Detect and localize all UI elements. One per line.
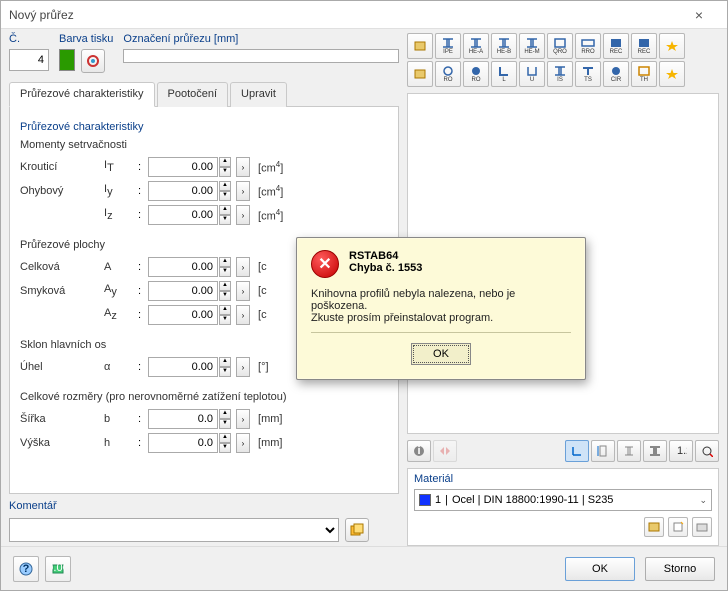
desc-label: Označení průřezu [mm] <box>123 33 399 45</box>
material-library-button[interactable] <box>644 517 664 537</box>
description-input[interactable] <box>123 49 399 63</box>
view-axes-button[interactable] <box>565 440 589 462</box>
width-input[interactable] <box>148 409 218 429</box>
group-moments: Momenty setrvačnosti <box>20 139 388 151</box>
tab-edit[interactable]: Upravit <box>230 82 287 107</box>
tab-rotation[interactable]: Pootočení <box>157 82 229 107</box>
profile-IPE[interactable]: IPE <box>435 33 461 59</box>
window-title: Nový průřez <box>9 8 679 22</box>
bend-z-input[interactable] <box>148 205 218 225</box>
group-chars: Průřezové charakteristiky <box>20 121 388 133</box>
profile-QRO[interactable]: QRO <box>547 33 573 59</box>
profile-RRO[interactable]: RRO <box>575 33 601 59</box>
svg-text:1.2: 1.2 <box>677 445 687 457</box>
svg-text:i: i <box>417 445 420 457</box>
material-title: Materiál <box>414 473 712 485</box>
material-box: Materiál 1 | Ocel | DIN 18800:1990-11 | … <box>407 468 719 546</box>
profile-library-grid: IPEHE-AHE-BHE-MQRORRORECRECROROLUISTSCIR… <box>407 33 719 87</box>
view-dims-button[interactable] <box>591 440 615 462</box>
material-new-button[interactable] <box>668 517 688 537</box>
units-button[interactable]: 0.00 <box>45 556 71 582</box>
error-ok-button[interactable]: OK <box>411 343 471 365</box>
error-line1: Knihovna profilů nebyla nalezena, nebo j… <box>311 288 571 312</box>
comment-select[interactable] <box>9 518 339 542</box>
spin-up[interactable]: ▲ <box>219 157 231 167</box>
row-torsion: Krouticí IT : ▲▼ › [cm4] <box>20 155 388 179</box>
color-swatch[interactable] <box>59 49 75 71</box>
profile-TH-2[interactable]: TH <box>631 61 657 87</box>
error-subtitle: Chyba č. 1553 <box>349 262 422 274</box>
titlebar: Nový průřez × <box>1 1 727 29</box>
ok-button[interactable]: OK <box>565 557 635 581</box>
close-icon[interactable]: × <box>679 7 719 23</box>
height-input[interactable] <box>148 433 218 453</box>
profile-HE-A[interactable]: HE-A <box>463 33 489 59</box>
profile-star[interactable] <box>659 33 685 59</box>
profile-REC[interactable]: REC <box>603 33 629 59</box>
profile-HE-B[interactable]: HE-B <box>491 33 517 59</box>
svg-text:?: ? <box>23 563 30 575</box>
view-section-button[interactable] <box>617 440 641 462</box>
comment-library-button[interactable] <box>345 518 369 542</box>
error-line2: Zkuste prosím přeinstalovat program. <box>311 312 571 324</box>
row-width: Šířka b : ▲▼ › [mm] <box>20 407 388 431</box>
profile-TS-2[interactable]: TS <box>575 61 601 87</box>
stress-button[interactable] <box>433 440 457 462</box>
profile-IS-2[interactable]: IS <box>547 61 573 87</box>
material-index: 1 <box>435 494 441 506</box>
number-input[interactable] <box>9 49 49 71</box>
row-height: Výška h : ▲▼ › [mm] <box>20 431 388 455</box>
group-comment: Komentář <box>9 500 399 512</box>
dialog-footer: ? 0.00 OK Storno <box>1 546 727 590</box>
profile-book[interactable] <box>407 33 433 59</box>
torsion-input[interactable] <box>148 157 218 177</box>
profile-HE-M[interactable]: HE-M <box>519 33 545 59</box>
profile-star-2[interactable] <box>659 61 685 87</box>
profile-book-2[interactable] <box>407 61 433 87</box>
group-dims: Celkové rozměry (pro nerovnoměrné zatíže… <box>20 391 388 403</box>
material-color-icon <box>419 494 431 506</box>
profile-CIR-2[interactable]: CIR <box>603 61 629 87</box>
profile-L-2[interactable]: L <box>491 61 517 87</box>
step-button[interactable]: › <box>236 157 250 177</box>
profile-RO-2[interactable]: RO <box>435 61 461 87</box>
area-a-input[interactable] <box>148 257 218 277</box>
area-ay-input[interactable] <box>148 281 218 301</box>
info-button[interactable]: i <box>407 440 431 462</box>
profile-RO-2[interactable]: RO <box>463 61 489 87</box>
color-label: Barva tisku <box>59 33 113 45</box>
tab-characteristics[interactable]: Průřezové charakteristiky <box>9 82 155 107</box>
angle-input[interactable] <box>148 357 218 377</box>
tab-bar: Průřezové charakteristiky Pootočení Upra… <box>9 81 399 107</box>
area-az-input[interactable] <box>148 305 218 325</box>
spin-down[interactable]: ▼ <box>219 167 231 177</box>
error-dialog: ✕ RSTAB64 Chyba č. 1553 Knihovna profilů… <box>296 237 586 380</box>
dialog-window: Nový průřez × Č. Barva tisku <box>0 0 728 591</box>
help-button[interactable]: ? <box>13 556 39 582</box>
number-label: Č. <box>9 33 49 45</box>
view-values-button[interactable]: 1.2 <box>669 440 693 462</box>
view-print-button[interactable] <box>695 440 719 462</box>
material-edit-button[interactable] <box>692 517 712 537</box>
svg-text:0.00: 0.00 <box>51 562 65 574</box>
error-title: RSTAB64 <box>349 250 422 262</box>
profile-U-2[interactable]: U <box>519 61 545 87</box>
material-text: Ocel | DIN 18800:1990-11 | S235 <box>452 494 613 506</box>
bend-y-input[interactable] <box>148 181 218 201</box>
row-bend-z: Iz : ▲▼ › [cm4] <box>20 203 388 227</box>
error-icon: ✕ <box>311 250 339 278</box>
chevron-down-icon: ⌄ <box>699 495 707 506</box>
color-picker-button[interactable] <box>81 49 105 73</box>
material-select[interactable]: 1 | Ocel | DIN 18800:1990-11 | S235 ⌄ <box>414 489 712 511</box>
cancel-button[interactable]: Storno <box>645 557 715 581</box>
view-solid-button[interactable] <box>643 440 667 462</box>
row-bend-y: Ohybový Iy : ▲▼ › [cm4] <box>20 179 388 203</box>
profile-REC[interactable]: REC <box>631 33 657 59</box>
